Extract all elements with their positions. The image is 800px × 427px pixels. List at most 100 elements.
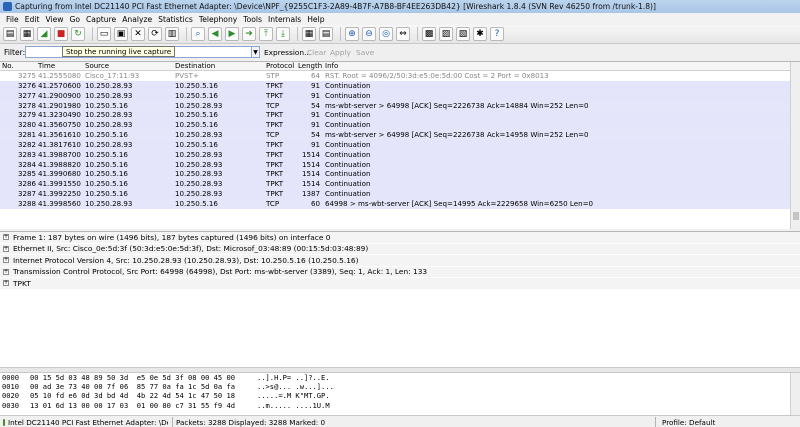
packet-time: 41.3992250 — [38, 189, 81, 199]
status-profile[interactable]: Profile: Default — [662, 417, 782, 427]
menu-go[interactable]: Go — [66, 15, 83, 24]
expand-icon[interactable]: + — [3, 280, 9, 287]
menu-internals[interactable]: Internals — [265, 15, 304, 24]
hex-offset: 0010 — [2, 382, 20, 392]
menu-help[interactable]: Help — [304, 15, 327, 24]
menu-edit[interactable]: Edit — [22, 15, 43, 24]
stop-capture-tooltip: Stop the running live capture — [62, 46, 176, 57]
zoom-in-icon[interactable]: ⊕ — [345, 27, 359, 41]
expression-button[interactable]: Expression... — [264, 48, 311, 57]
column-header-destination[interactable]: Destination — [175, 62, 215, 70]
packet-row[interactable]: 3282 41.3817610 10.250.28.93 10.250.5.16 TPK… — [0, 139, 800, 150]
detail-text: Frame 1: 187 bytes on wire (1496 bits), … — [13, 232, 331, 242]
column-header-length[interactable]: Length — [298, 62, 322, 70]
save-button[interactable]: Save — [356, 48, 374, 57]
packet-time: 41.2901980 — [38, 100, 81, 110]
detail-tpkt[interactable]: + TPKT — [0, 278, 800, 290]
column-header-info[interactable]: Info — [325, 62, 338, 70]
toolbar-separator — [92, 27, 93, 41]
find-packet-icon[interactable]: ⌕ — [191, 27, 205, 41]
packet-row[interactable]: 3287 41.3992250 10.250.5.16 10.250.28.93 TPK… — [0, 189, 800, 199]
menu-tools[interactable]: Tools — [240, 15, 265, 24]
close-file-icon[interactable]: ✕ — [131, 27, 145, 41]
hex-scrollbar[interactable] — [790, 373, 800, 415]
packet-row[interactable]: 3283 41.3988700 10.250.5.16 10.250.28.93 TPK… — [0, 149, 800, 160]
packet-row[interactable]: 3285 41.3990680 10.250.5.16 10.250.28.93 TPK… — [0, 169, 800, 180]
packet-row[interactable]: 3281 41.3561610 10.250.5.16 10.250.28.93 TCP… — [0, 130, 800, 140]
packet-destination: 10.250.28.93 — [175, 130, 223, 140]
help-icon[interactable]: ? — [490, 27, 504, 41]
apply-button[interactable]: Apply — [330, 48, 351, 57]
go-first-icon[interactable]: ⤒ — [259, 27, 273, 41]
save-file-icon[interactable]: ▣ — [114, 27, 128, 41]
menu-view[interactable]: View — [42, 15, 66, 24]
clear-button[interactable]: Clear — [307, 48, 326, 57]
packet-list-scrollbar[interactable] — [790, 62, 800, 229]
restart-capture-icon[interactable]: ↻ — [71, 27, 85, 41]
detail-ethernet[interactable]: + Ethernet II, Src: Cisco_0e:5d:3f (50:3d… — [0, 243, 800, 255]
reload-icon[interactable]: ⟳ — [148, 27, 162, 41]
start-capture-icon[interactable]: ◢ — [37, 27, 51, 41]
packet-list[interactable]: No. Time Source Destination Protocol Len… — [0, 61, 800, 229]
toolbar-separator — [417, 27, 418, 41]
expand-icon[interactable]: + — [3, 257, 9, 264]
packet-row[interactable]: 3280 41.3560750 10.250.28.93 10.250.5.16 TPK… — [0, 120, 800, 131]
go-forward-icon[interactable]: ▶ — [225, 27, 239, 41]
packet-row[interactable]: 3276 41.2570600 10.250.28.93 10.250.5.16 TPK… — [0, 80, 800, 91]
column-header-time[interactable]: Time — [38, 62, 55, 70]
colorize-icon[interactable]: ▦ — [302, 27, 316, 41]
menu-capture[interactable]: Capture — [83, 15, 119, 24]
detail-tcp[interactable]: + Transmission Control Protocol, Src Port… — [0, 266, 800, 278]
preferences-icon[interactable]: ✱ — [473, 27, 487, 41]
packet-row[interactable]: 3275 41.2555080 Cisco_17:11:93 PVST+ STP 64 RS… — [0, 71, 800, 81]
packet-row[interactable]: 3288 41.3998560 10.250.28.93 10.250.5.16 TCP… — [0, 198, 800, 209]
print-icon[interactable]: ▥ — [165, 27, 179, 41]
expand-icon[interactable]: + — [3, 234, 9, 241]
capture-options-icon[interactable]: ▦ — [20, 27, 34, 41]
packet-length: 1514 — [301, 149, 320, 159]
detail-frame[interactable]: + Frame 1: 187 bytes on wire (1496 bits),… — [0, 232, 800, 244]
normal-size-icon[interactable]: ◎ — [379, 27, 393, 41]
packet-destination: 10.250.5.16 — [175, 139, 218, 149]
detail-ipv4[interactable]: + Internet Protocol Version 4, Src: 10.25… — [0, 255, 800, 267]
packet-source: 10.250.28.93 — [85, 90, 133, 100]
packet-time: 41.3988820 — [38, 159, 81, 169]
menu-analyze[interactable]: Analyze — [119, 15, 155, 24]
menu-file[interactable]: File — [3, 15, 22, 24]
column-header-protocol[interactable]: Protocol — [266, 62, 294, 70]
list-interfaces-icon[interactable]: ▤ — [3, 27, 17, 41]
packet-row[interactable]: 3278 41.2901980 10.250.5.16 10.250.28.93 TCP… — [0, 100, 800, 111]
packet-destination: 10.250.5.16 — [175, 120, 218, 130]
open-file-icon[interactable]: ▭ — [97, 27, 111, 41]
packet-row[interactable]: 3279 41.3230490 10.250.28.93 10.250.5.16 TPK… — [0, 110, 800, 121]
filter-dropdown-button[interactable]: ▼ — [251, 46, 260, 58]
packet-source: 10.250.5.16 — [85, 169, 128, 179]
stop-capture-icon[interactable]: ■ — [54, 27, 68, 41]
capture-filters-icon[interactable]: ▩ — [422, 27, 436, 41]
expand-icon[interactable]: + — [3, 245, 9, 252]
zoom-out-icon[interactable]: ⊖ — [362, 27, 376, 41]
packet-row[interactable]: 3286 41.3991550 10.250.5.16 10.250.28.93 TPK… — [0, 179, 800, 190]
packet-time: 41.3817610 — [38, 139, 81, 149]
display-filters-icon[interactable]: ▨ — [439, 27, 453, 41]
column-header-source[interactable]: Source — [85, 62, 109, 70]
packet-row[interactable]: 3284 41.3988820 10.250.5.16 10.250.28.93 TPK… — [0, 159, 800, 170]
go-last-icon[interactable]: ⤓ — [276, 27, 290, 41]
resize-columns-icon[interactable]: ⇔ — [396, 27, 410, 41]
packet-protocol: TPKT — [266, 110, 284, 120]
auto-scroll-icon[interactable]: ▤ — [319, 27, 333, 41]
expand-icon[interactable]: + — [3, 268, 9, 275]
menu-statistics[interactable]: Statistics — [155, 15, 196, 24]
detail-text: Ethernet II, Src: Cisco_0e:5d:3f (50:3d:… — [13, 244, 369, 254]
coloring-rules-icon[interactable]: ▧ — [456, 27, 470, 41]
expert-info-icon[interactable] — [3, 418, 5, 426]
go-back-icon[interactable]: ◀ — [208, 27, 222, 41]
scrollbar-thumb[interactable] — [793, 212, 799, 220]
menu-telephony[interactable]: Telephony — [196, 15, 240, 24]
packet-row[interactable]: 3277 41.2900900 10.250.28.93 10.250.5.16 TPK… — [0, 90, 800, 101]
hex-dump[interactable]: 0000 00 15 5d 03 48 89 50 3d e5 0e 5d 3f … — [0, 373, 800, 415]
packet-destination: PVST+ — [175, 71, 199, 80]
packet-info: Continuation — [325, 80, 371, 90]
go-to-packet-icon[interactable]: ➜ — [242, 27, 256, 41]
column-header-no[interactable]: No. — [2, 62, 30, 70]
